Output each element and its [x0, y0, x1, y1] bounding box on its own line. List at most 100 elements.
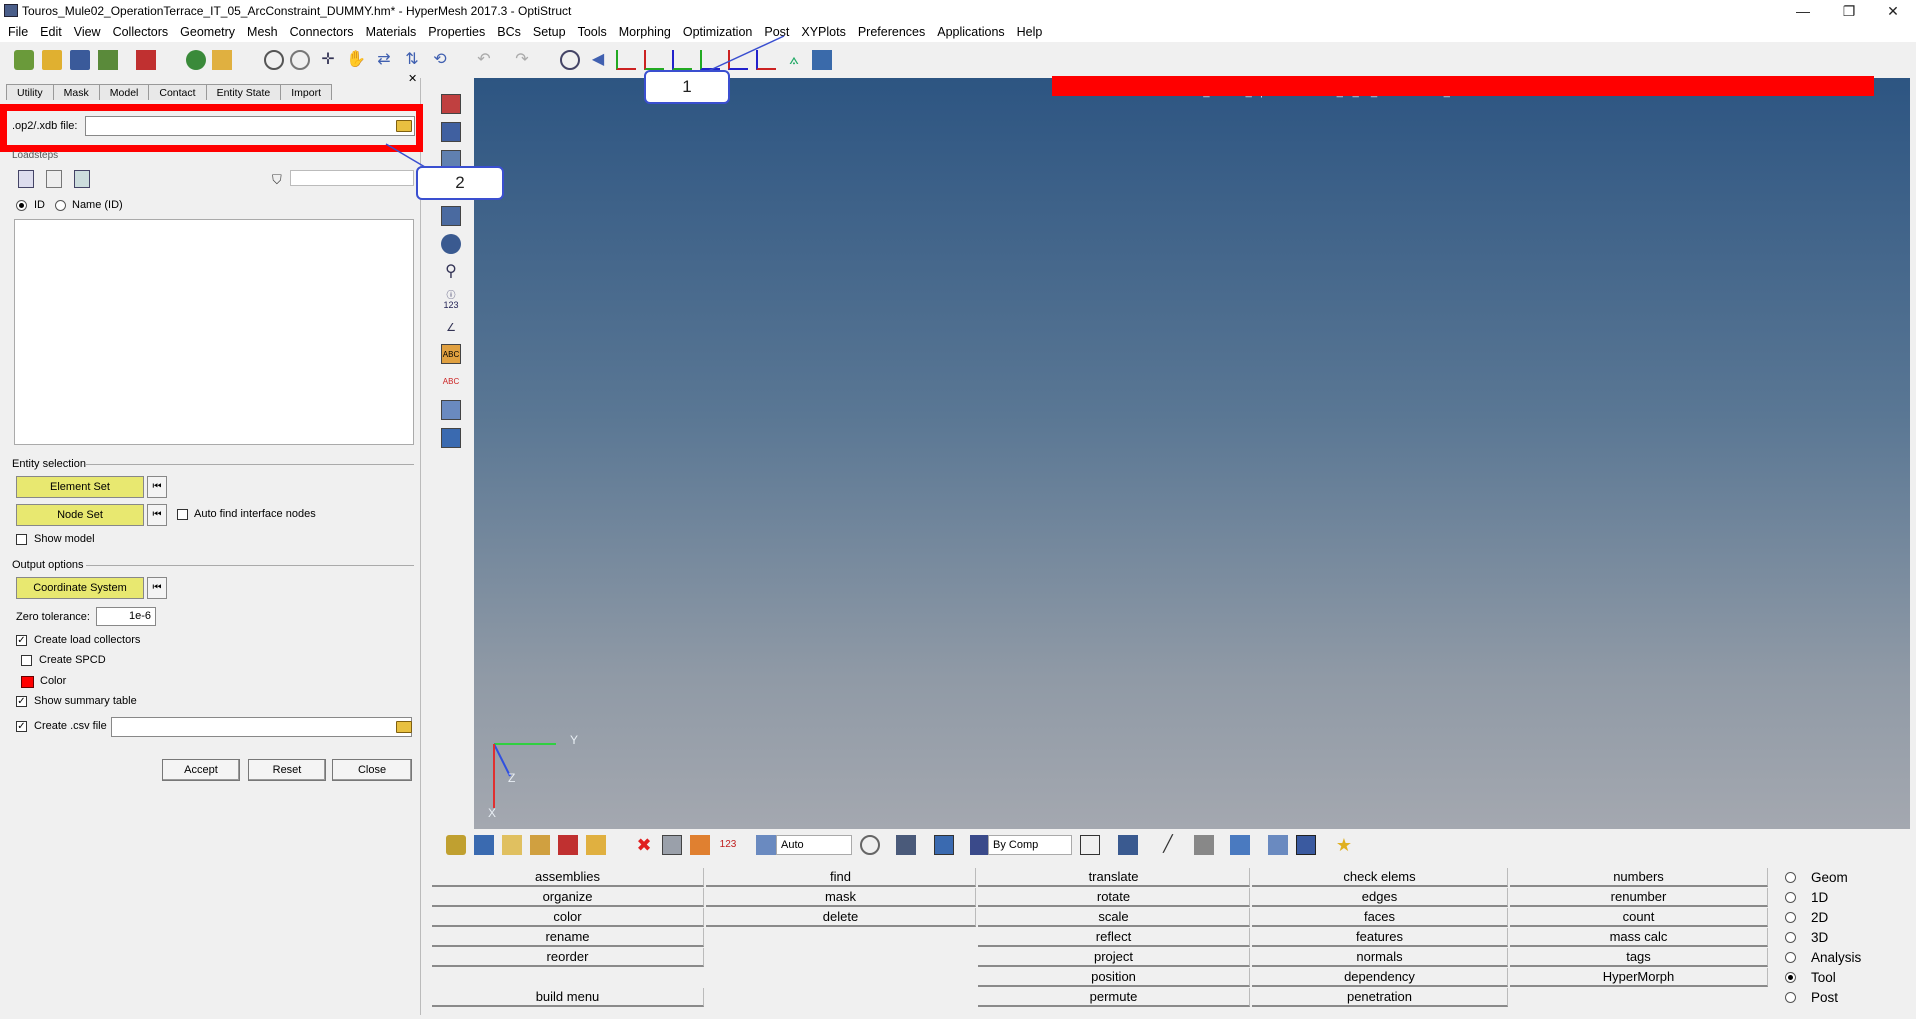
- delete-icon[interactable]: ✖: [634, 835, 654, 855]
- pagetype-tool-radio[interactable]: [1785, 972, 1796, 983]
- solid-cube-icon[interactable]: [934, 835, 954, 855]
- cmd-edges[interactable]: edges: [1252, 888, 1508, 907]
- files-panel-icon[interactable]: [530, 835, 550, 855]
- cmd-hypermorph[interactable]: HyperMorph: [1510, 968, 1768, 987]
- sphere-icon[interactable]: [441, 234, 461, 254]
- create-csv-label: Create .csv file: [34, 720, 107, 732]
- star-icon[interactable]: ★: [1334, 835, 1354, 855]
- move-panel-icon[interactable]: [441, 400, 461, 420]
- lasso-icon[interactable]: [860, 835, 880, 855]
- cmd-mass-calc[interactable]: mass calc: [1510, 928, 1768, 947]
- layers-icon[interactable]: [474, 835, 494, 855]
- cmd-build-menu[interactable]: build menu: [432, 988, 704, 1007]
- cmd-count[interactable]: count: [1510, 908, 1768, 927]
- cmd-renumber[interactable]: renumber: [1510, 888, 1768, 907]
- cmd-normals[interactable]: normals: [1252, 948, 1508, 967]
- pagetype-1d-radio[interactable]: [1785, 892, 1796, 903]
- section-icon[interactable]: [1230, 835, 1250, 855]
- mask-browser-icon[interactable]: [441, 206, 461, 226]
- labels-abc-icon[interactable]: ABC: [441, 344, 461, 364]
- cmd-scale[interactable]: scale: [978, 908, 1250, 927]
- cmd-permute[interactable]: permute: [978, 988, 1250, 1007]
- shading-icon[interactable]: [756, 835, 776, 855]
- element-set-reset-icon[interactable]: ⏮: [147, 476, 167, 498]
- wireframe-icon[interactable]: [1080, 835, 1100, 855]
- create-load-collectors-checkbox[interactable]: ✓: [16, 635, 27, 646]
- pagetype-geom-radio[interactable]: [1785, 872, 1796, 883]
- cmd-rename[interactable]: rename: [432, 928, 704, 947]
- cmd-assemblies[interactable]: assemblies: [432, 868, 704, 887]
- cmd-find[interactable]: find: [706, 868, 976, 887]
- cmd-position[interactable]: position: [978, 968, 1250, 987]
- tree-icon[interactable]: [1268, 835, 1288, 855]
- cmd-rotate[interactable]: rotate: [978, 888, 1250, 907]
- element-icon[interactable]: [690, 835, 710, 855]
- cmd-mask[interactable]: mask: [706, 888, 976, 907]
- cmd-numbers[interactable]: numbers: [1510, 868, 1768, 887]
- cmd-delete[interactable]: delete: [706, 908, 976, 927]
- name-id-radio[interactable]: [55, 200, 66, 211]
- pagetype-2d-radio[interactable]: [1785, 912, 1796, 923]
- output-options-label: Output options: [12, 559, 84, 571]
- cmd-penetration[interactable]: penetration: [1252, 988, 1508, 1007]
- surface-icon[interactable]: [896, 835, 916, 855]
- coordinate-system-reset-icon[interactable]: ⏮: [147, 577, 167, 599]
- line-icon[interactable]: ╱: [1158, 835, 1178, 855]
- id-radio[interactable]: [16, 200, 27, 211]
- pagetype-3d-radio[interactable]: [1785, 932, 1796, 943]
- cmd-reorder[interactable]: reorder: [432, 948, 704, 967]
- show-summary-label: Show summary table: [34, 695, 137, 707]
- cmd-translate[interactable]: translate: [978, 868, 1250, 887]
- csv-file-input[interactable]: [111, 717, 412, 737]
- display-icon[interactable]: [441, 428, 461, 448]
- display-mode-dropdown[interactable]: Auto: [776, 835, 852, 855]
- plane-icon[interactable]: [1194, 835, 1214, 855]
- pagetype-post-radio[interactable]: [1785, 992, 1796, 1003]
- sequence-icon[interactable]: 123: [718, 835, 738, 855]
- folder-tools-icon[interactable]: [586, 835, 606, 855]
- axis-z-label: Z: [508, 771, 516, 785]
- tags-abc-icon[interactable]: ABC: [441, 372, 461, 392]
- cmd-dependency[interactable]: dependency: [1252, 968, 1508, 987]
- model-color-icon[interactable]: [970, 835, 990, 855]
- cmd-reflect[interactable]: reflect: [978, 928, 1250, 947]
- zero-tolerance-label: Zero tolerance:: [16, 611, 90, 623]
- measure-icon[interactable]: ∠: [441, 318, 461, 338]
- numbers-icon[interactable]: ⓘ 123: [441, 290, 461, 310]
- show-summary-checkbox[interactable]: ✓: [16, 696, 27, 707]
- create-spcd-checkbox[interactable]: [21, 655, 32, 666]
- zero-tolerance-input[interactable]: 1e-6: [96, 607, 156, 626]
- color-mode-dropdown[interactable]: By Comp: [988, 835, 1072, 855]
- monitor-icon[interactable]: [1296, 835, 1316, 855]
- pagetype-analysis-radio[interactable]: [1785, 952, 1796, 963]
- node-set-button[interactable]: Node Set: [16, 504, 144, 526]
- create-csv-checkbox[interactable]: ✓: [16, 721, 27, 732]
- csv-browse-folder-icon[interactable]: [396, 721, 412, 733]
- pagetype-tool-label: Tool: [1811, 970, 1836, 985]
- cmd-organize[interactable]: organize: [432, 888, 704, 907]
- notes-icon[interactable]: [502, 835, 522, 855]
- coordinate-system-button[interactable]: Coordinate System: [16, 577, 144, 599]
- binoculars-icon[interactable]: ⚲: [441, 262, 461, 282]
- mesh-display-icon[interactable]: [1118, 835, 1138, 855]
- face-icon[interactable]: [662, 835, 682, 855]
- loadsteps-list[interactable]: [14, 219, 414, 445]
- bottom-toolbar: ✖ 123 Auto By Comp ╱ ★: [430, 830, 1910, 860]
- accept-button[interactable]: Accept: [162, 759, 240, 781]
- cmd-color[interactable]: color: [432, 908, 704, 927]
- reset-button[interactable]: Reset: [248, 759, 326, 781]
- show-model-checkbox[interactable]: [16, 534, 27, 545]
- pagetype-geom-label: Geom: [1811, 870, 1848, 885]
- element-set-button[interactable]: Element Set: [16, 476, 144, 498]
- collectors-icon[interactable]: [446, 835, 466, 855]
- cmd-faces[interactable]: faces: [1252, 908, 1508, 927]
- cmd-features[interactable]: features: [1252, 928, 1508, 947]
- node-set-reset-icon[interactable]: ⏮: [147, 504, 167, 526]
- cmd-tags[interactable]: tags: [1510, 948, 1768, 967]
- auto-find-checkbox[interactable]: [177, 509, 188, 520]
- cmd-project[interactable]: project: [978, 948, 1250, 967]
- color-swatch[interactable]: [21, 676, 34, 688]
- download-icon[interactable]: [558, 835, 578, 855]
- cmd-check-elems[interactable]: check elems: [1252, 868, 1508, 887]
- close-button[interactable]: Close: [332, 759, 412, 781]
